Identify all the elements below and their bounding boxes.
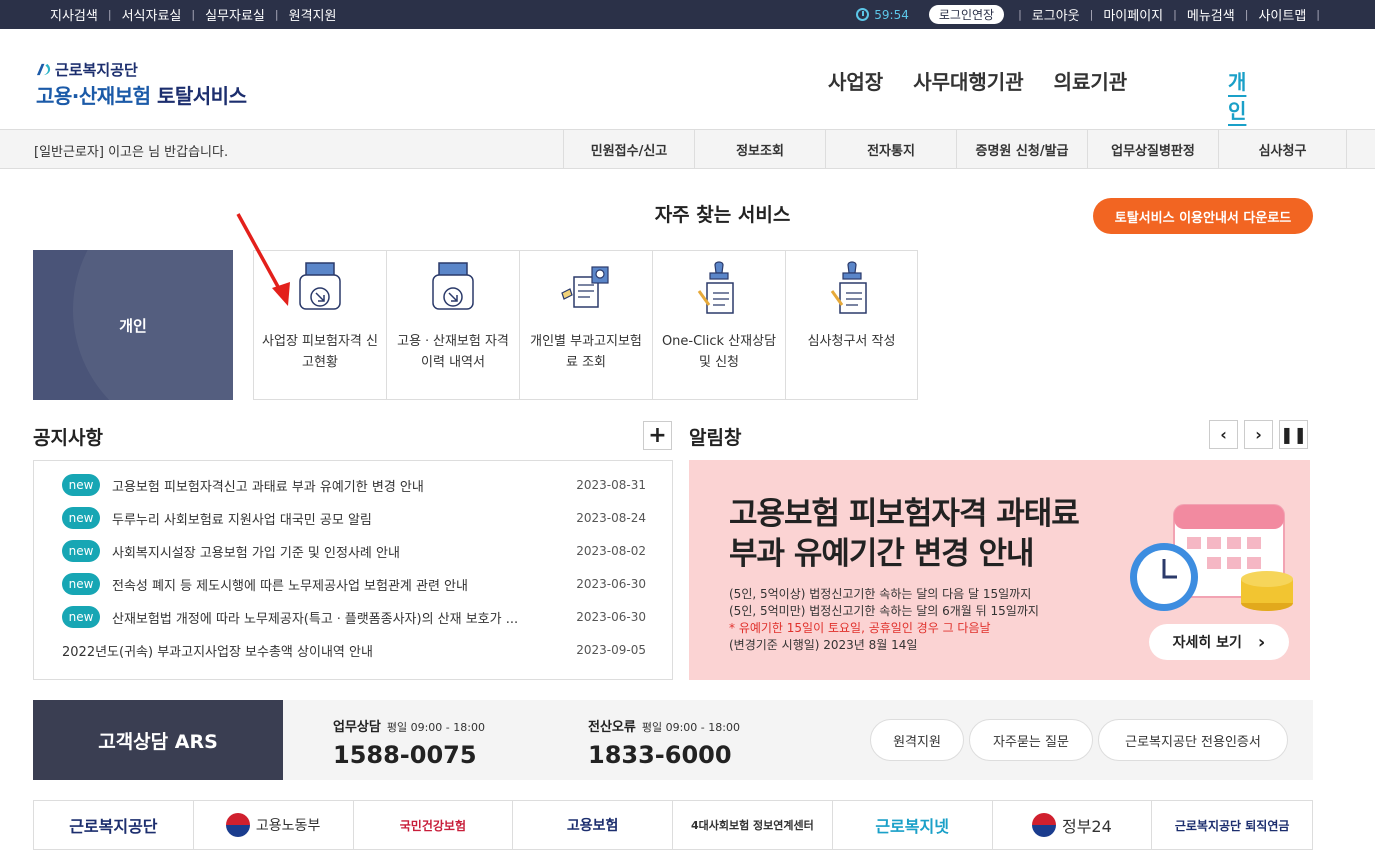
notice-more-button[interactable]: + bbox=[643, 421, 672, 450]
taegeuk-icon bbox=[225, 813, 250, 837]
submenu-disease[interactable]: 업무상질병판정 bbox=[1087, 130, 1218, 168]
new-badge: new bbox=[62, 474, 100, 496]
list-item[interactable]: new 사회복지시설장 고용보험 가입 기준 및 인정사례 안내 2023-08-0… bbox=[62, 540, 646, 562]
logo-4insure[interactable]: 4대사회보험 정보연계센터 bbox=[673, 801, 833, 849]
submenu-civil[interactable]: 민원접수/신고 bbox=[563, 130, 694, 168]
list-item[interactable]: new 고용보험 피보험자격신고 과태료 부과 유예기한 변경 안내 2023-08… bbox=[62, 474, 646, 496]
notice-title: 공지사항 bbox=[33, 427, 103, 449]
greeting-text: [일반근로자] 이고은 님 반갑습니다. bbox=[34, 145, 229, 160]
submenu-review[interactable]: 심사청구 bbox=[1218, 130, 1347, 168]
chevron-right-icon: › bbox=[1255, 425, 1262, 444]
nav-workplace[interactable]: 사업장 bbox=[828, 66, 883, 95]
prev-button[interactable]: ‹ bbox=[1209, 420, 1238, 449]
mypage-link[interactable]: 마이페이지 bbox=[1093, 5, 1173, 24]
service-label: 심사청구서 작성 bbox=[807, 334, 896, 349]
remote-support-button[interactable]: 원격지원 bbox=[870, 719, 964, 761]
alert-headline: 고용보험 피보험자격 과태료 부과 유예기간 변경 안내 bbox=[729, 496, 1080, 572]
document-search-icon bbox=[561, 266, 609, 308]
pause-icon: ❚❚ bbox=[1280, 425, 1307, 444]
alert-banner[interactable]: 고용보험 피보험자격 과태료 부과 유예기간 변경 안내 (5인, 5억이상) 법… bbox=[689, 460, 1310, 680]
alert-line: (변경기준 시행일) 2023년 8월 14일 bbox=[729, 638, 918, 652]
document-tray-icon bbox=[432, 262, 474, 310]
service-item[interactable]: One-Click 산재상담 및 신청 bbox=[653, 251, 786, 399]
alert-line: (5인, 5억미만) 법정신고기한 속하는 달의 6개월 뒤 15일까지 bbox=[729, 604, 1039, 618]
service-list: 사업장 피보험자격 신고현황 고용ㆍ산재보험 자격 이력 내역서 개인별 부과고… bbox=[253, 250, 918, 400]
logo-nhis[interactable]: 국민건강보험 bbox=[354, 801, 514, 849]
logo-moel[interactable]: 고용노동부 bbox=[194, 801, 354, 849]
new-badge: new bbox=[62, 507, 100, 529]
nav-medical[interactable]: 의료기관 bbox=[1054, 66, 1128, 95]
new-badge: new bbox=[62, 540, 100, 562]
ars-panel: 업무상담 평일 09:00 - 18:00 1588-0075 전산오류 평일 09… bbox=[283, 700, 1313, 780]
main-nav: 사업장 사무대행기관 의료기관 개인 bbox=[828, 66, 1246, 123]
taegeuk-icon bbox=[1031, 813, 1056, 837]
logo-kcomwel[interactable]: 근로복지공단 bbox=[34, 801, 194, 849]
pause-button[interactable]: ❚❚ bbox=[1279, 420, 1308, 449]
service-title[interactable]: 고용·산재보험 토탈서비스 bbox=[36, 80, 247, 109]
service-label: 개인별 부과고지보험료 조회 bbox=[530, 334, 642, 370]
list-item[interactable]: new 전속성 폐지 등 제도시행에 따른 노무제공사업 보험관계 관련 안내 20… bbox=[62, 573, 646, 595]
partner-logos: 근로복지공단 고용노동부 국민건강보험 고용보험 4대사회보험 정보연계센터 근… bbox=[33, 800, 1313, 850]
alert-title: 알림창 bbox=[689, 427, 742, 449]
org-logo[interactable]: 근로복지공단 bbox=[36, 59, 138, 80]
list-item[interactable]: new 산재보험법 개정에 따라 노무제공자(특고ㆍ플랫폼종사자)의 산재 보호가… bbox=[62, 606, 646, 628]
logo-retirement-pension[interactable]: 근로복지공단 퇴직연금 bbox=[1152, 801, 1312, 849]
red-arrow-annotation-icon bbox=[236, 213, 290, 306]
certificate-button[interactable]: 근로복지공단 전용인증서 bbox=[1098, 719, 1288, 761]
work-consult: 업무상담 평일 09:00 - 18:00 1588-0075 bbox=[333, 720, 485, 769]
logout-link[interactable]: 로그아웃 bbox=[1022, 5, 1090, 24]
alert-line: (5인, 5억이상) 법정신고기한 속하는 달의 다음 달 15일까지 bbox=[729, 587, 1032, 601]
util-branch-search[interactable]: 지사검색 bbox=[40, 5, 108, 24]
submenu-notify[interactable]: 전자통지 bbox=[825, 130, 956, 168]
service-label: 사업장 피보험자격 신고현황 bbox=[262, 334, 378, 370]
logo-gov24[interactable]: 정부24 bbox=[993, 801, 1153, 849]
faq-button[interactable]: 자주묻는 질문 bbox=[969, 719, 1093, 761]
detail-button[interactable]: 자세히 보기 › bbox=[1149, 624, 1289, 660]
list-item[interactable]: 2022년도(귀속) 부과고지사업장 보수총액 상이내역 안내 2023-09-0… bbox=[62, 639, 646, 661]
sitemap-link[interactable]: 사이트맵 bbox=[1248, 5, 1316, 24]
work-phone: 1588-0075 bbox=[333, 741, 477, 769]
login-extend-button[interactable]: 로그인연장 bbox=[928, 5, 1005, 24]
error-consult: 전산오류 평일 09:00 - 18:00 1833-6000 bbox=[588, 720, 740, 769]
new-badge: new bbox=[62, 606, 100, 628]
kcomwel-logo-icon bbox=[36, 63, 51, 76]
session-timer: 59:54 bbox=[856, 8, 909, 22]
document-stamp-icon bbox=[830, 261, 867, 314]
util-forms[interactable]: 서식자료실 bbox=[112, 5, 192, 24]
logo-ei[interactable]: 고용보험 bbox=[513, 801, 673, 849]
notice-list: new 고용보험 피보험자격신고 과태료 부과 유예기한 변경 안내 2023-08… bbox=[33, 460, 673, 680]
document-stamp-icon bbox=[697, 261, 734, 314]
chevron-left-icon: ‹ bbox=[1220, 425, 1227, 444]
error-phone: 1833-6000 bbox=[588, 741, 732, 769]
next-button[interactable]: › bbox=[1244, 420, 1273, 449]
utility-account: 59:54 로그인연장 | 로그아웃 | 마이페이지 | 메뉴검색 | 사이트맵 | bbox=[856, 0, 1320, 29]
chevron-right-icon: › bbox=[1257, 631, 1266, 653]
util-remote[interactable]: 원격지원 bbox=[279, 5, 347, 24]
service-item[interactable]: 개인별 부과고지보험료 조회 bbox=[520, 251, 653, 399]
guide-download-button[interactable]: 토탈서비스 이용안내서 다운로드 bbox=[1093, 198, 1313, 234]
utility-bar: 지사검색 | 서식자료실 | 실무자료실 | 원격지원 59:54 로그인연장 | 로… bbox=[0, 0, 1375, 29]
nav-agency[interactable]: 사무대행기관 bbox=[913, 66, 1023, 95]
service-item[interactable]: 고용ㆍ산재보험 자격 이력 내역서 bbox=[387, 251, 520, 399]
list-item[interactable]: new 두루누리 사회보험료 지원사업 대국민 공모 알림 2023-08-24 bbox=[62, 507, 646, 529]
ars-title: 고객상담 ARS bbox=[33, 700, 283, 780]
alert-line-warning: * 유예기한 15일이 토요일, 공휴일인 경우 그 다음날 bbox=[729, 621, 991, 635]
nav-personal[interactable]: 개인 bbox=[1228, 66, 1246, 124]
menu-search-link[interactable]: 메뉴검색 bbox=[1177, 5, 1245, 24]
calendar-clock-coins-icon bbox=[1130, 504, 1293, 611]
submenu-certificate[interactable]: 증명원 신청/발급 bbox=[956, 130, 1087, 168]
service-label: One-Click 산재상담 및 신청 bbox=[661, 334, 777, 370]
clock-icon bbox=[856, 8, 870, 21]
service-item[interactable]: 심사청구서 작성 bbox=[786, 251, 917, 399]
sub-menu-bar: [일반근로자] 이고은 님 반갑습니다. 민원접수/신고 정보조회 전자통지 증… bbox=[0, 129, 1375, 169]
service-label: 고용ㆍ산재보험 자격 이력 내역서 bbox=[397, 334, 509, 370]
submenu-info[interactable]: 정보조회 bbox=[694, 130, 825, 168]
new-badge: new bbox=[62, 573, 100, 595]
utility-links: 지사검색 | 서식자료실 | 실무자료실 | 원격지원 bbox=[40, 0, 346, 29]
personal-tab[interactable]: 개인 bbox=[33, 250, 233, 400]
util-practice[interactable]: 실무자료실 bbox=[195, 5, 275, 24]
logo-welfare-net[interactable]: 근로복지넷 bbox=[833, 801, 993, 849]
sub-menu: 민원접수/신고 정보조회 전자통지 증명원 신청/발급 업무상질병판정 심사청구 bbox=[563, 130, 1347, 168]
